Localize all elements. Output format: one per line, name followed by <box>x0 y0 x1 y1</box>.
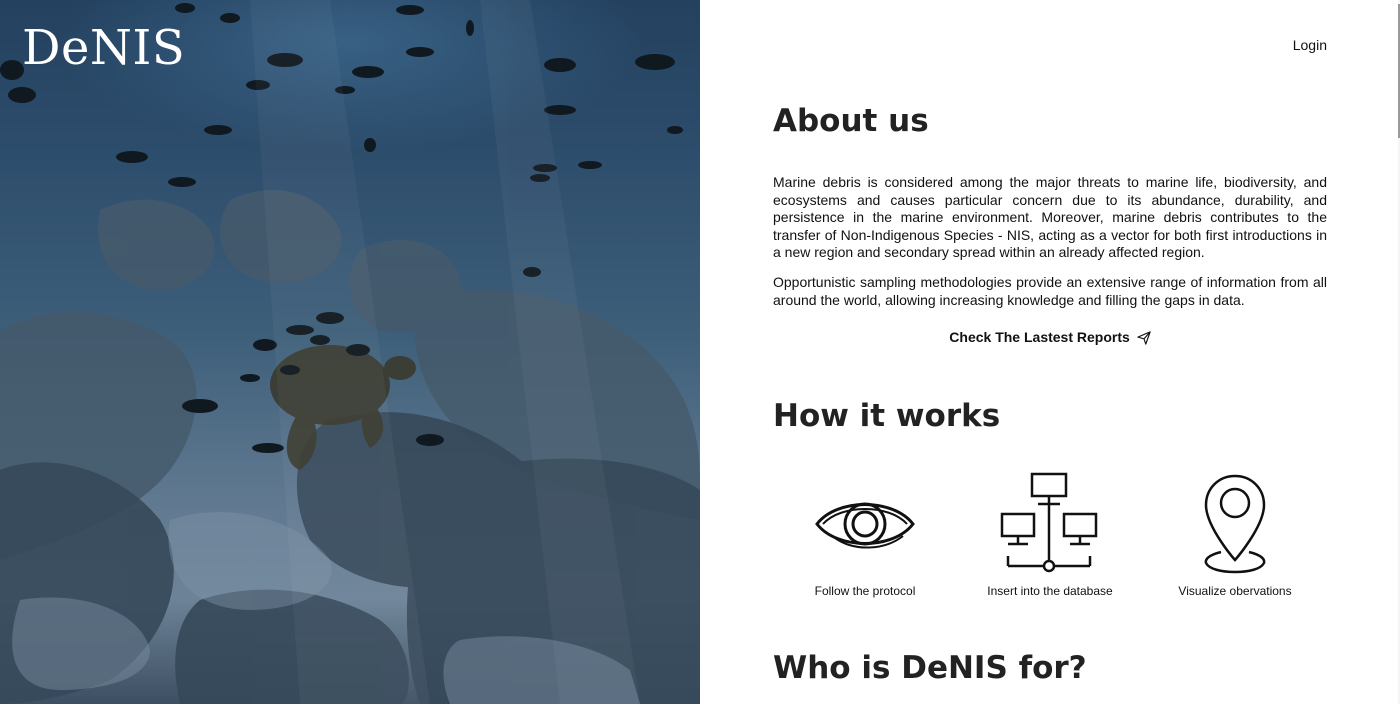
main-content: Login About us Marine debris is consider… <box>700 0 1398 704</box>
about-paragraph-2: Opportunistic sampling methodologies pro… <box>773 274 1327 308</box>
network-icon <box>1000 472 1098 573</box>
about-title: About us <box>773 103 929 139</box>
step-label: Follow the protocol <box>814 584 916 598</box>
about-paragraph-1: Marine debris is considered among the ma… <box>773 174 1327 260</box>
step-follow-protocol: Follow the protocol <box>790 470 940 598</box>
how-title: How it works <box>773 398 1001 434</box>
reports-link-container: Check The Lastest Reports <box>773 329 1327 345</box>
login-link[interactable]: Login <box>1293 37 1327 53</box>
step-label: Insert into the database <box>987 584 1113 598</box>
step-label: Visualize obervations <box>1178 584 1292 598</box>
hero-image: DeNIS <box>0 0 700 704</box>
step-insert-database: Insert into the database <box>975 470 1125 598</box>
reports-link-label: Check The Lastest Reports <box>949 329 1130 345</box>
step-visualize-observations: Visualize obervations <box>1160 470 1310 598</box>
logo[interactable]: DeNIS <box>22 24 185 72</box>
map-pin-icon <box>1204 474 1266 574</box>
paper-plane-icon <box>1136 331 1151 345</box>
eye-icon <box>815 502 915 549</box>
underwater-scene <box>0 0 700 704</box>
reports-link[interactable]: Check The Lastest Reports <box>949 329 1151 345</box>
who-title: Who is DeNIS for? <box>773 650 1087 686</box>
